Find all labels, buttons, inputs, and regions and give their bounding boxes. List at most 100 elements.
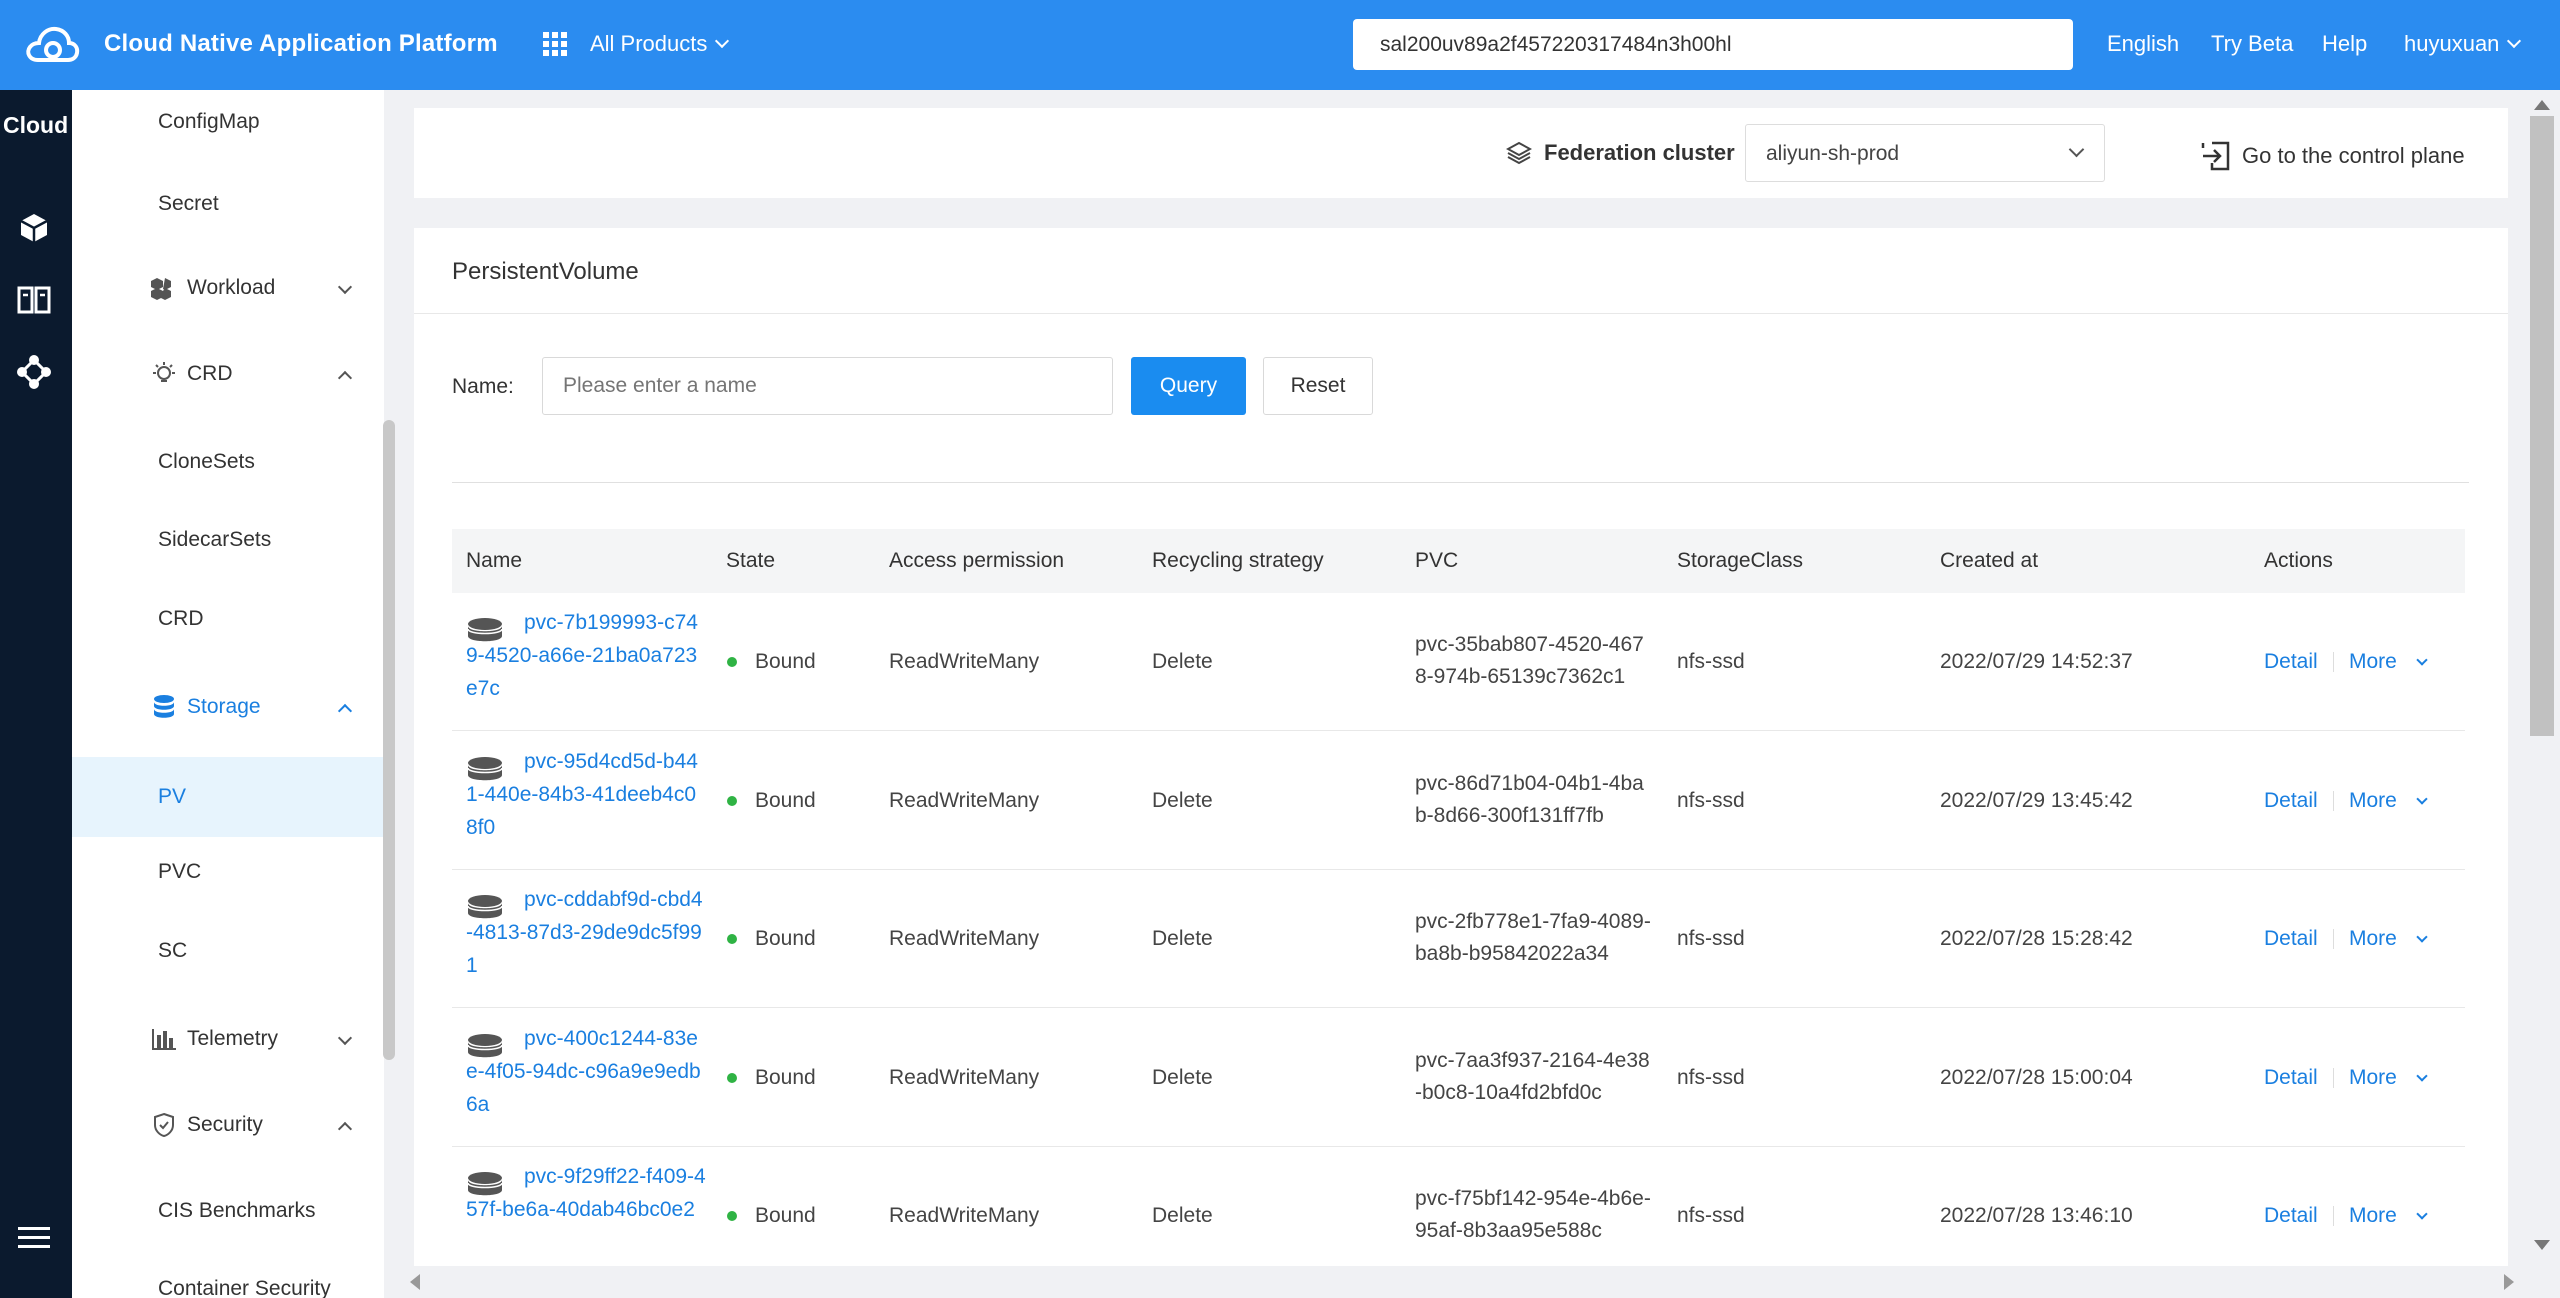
scroll-right-arrow-icon[interactable] [2504,1274,2514,1290]
sidebar-group-crd[interactable]: CRD [72,342,384,406]
cube-icon[interactable] [14,208,54,248]
sidebar-group-storage[interactable]: Storage [72,675,384,739]
book-icon[interactable] [14,280,54,320]
created-at-cell: 2022/07/28 15:00:04 [1940,1066,2133,1089]
sidebar-item-clonesets[interactable]: CloneSets [72,430,384,494]
cluster-select[interactable]: aliyun-sh-prod [1745,124,2105,182]
sidebar-group-security[interactable]: Security [72,1093,384,1157]
cloud-logo-icon[interactable] [24,22,80,66]
sidebar-item-label: CRD [187,362,233,385]
pvc-cell: pvc-35bab807-4520-4678-974b-65139c7362c1 [1415,633,1644,688]
column-header-recycling[interactable]: Recycling strategy [1152,549,1324,573]
top-header: Cloud Native Application Platform All Pr… [0,0,2560,90]
more-menu[interactable]: More [2349,1204,2397,1228]
user-menu[interactable]: huyuxuan [2404,31,2522,57]
pv-name-link[interactable]: pvc-9f29ff22-f409-457f-be6a-40dab46bc0e2 [466,1160,706,1226]
federation-cluster-label: Federation cluster [1506,140,1735,166]
apps-grid-icon[interactable] [543,32,567,56]
divider [452,482,2469,483]
sidebar-item-configmap[interactable]: ConfigMap [72,90,384,154]
go-to-control-plane-link[interactable]: Go to the control plane [2200,140,2465,172]
pv-name-link[interactable]: pvc-cddabf9d-cbd4-4813-87d3-29de9dc5f991 [466,883,706,982]
sidebar-item-pv[interactable]: PV [72,757,384,837]
access-cell: ReadWriteMany [889,789,1040,812]
detail-link[interactable]: Detail [2264,650,2318,674]
more-menu[interactable]: More [2349,650,2397,674]
storageclass-cell: nfs-ssd [1677,1204,1745,1227]
detail-link[interactable]: Detail [2264,927,2318,951]
sidebar-item-sc[interactable]: SC [72,919,384,983]
pv-name-link[interactable]: pvc-7b199993-c749-4520-a66e-21ba0a723e7c [466,606,706,705]
status-dot [727,934,737,944]
workload-icon [149,276,179,300]
scroll-left-arrow-icon[interactable] [410,1274,420,1290]
query-button[interactable]: Query [1131,357,1246,415]
layers-icon [1506,141,1532,165]
more-menu[interactable]: More [2349,1066,2397,1090]
sidebar-item-label: ConfigMap [158,110,260,133]
language-link[interactable]: English [2107,31,2179,57]
pv-name-link[interactable]: pvc-95d4cd5d-b441-440e-84b3-41deeb4c08f0 [466,745,706,844]
sidebar-item-sidecarsets[interactable]: SidecarSets [72,508,384,572]
column-header-state[interactable]: State [726,549,775,573]
access-cell: ReadWriteMany [889,1066,1040,1089]
access-cell: ReadWriteMany [889,650,1040,673]
column-header-pvc[interactable]: PVC [1415,549,1458,573]
chevron-down-icon [337,279,353,295]
detail-link[interactable]: Detail [2264,1066,2318,1090]
shield-icon [149,1112,179,1138]
panel-title: PersistentVolume [452,258,639,285]
more-menu[interactable]: More [2349,789,2397,813]
sidebar-item-label: SidecarSets [158,528,272,551]
recycle-cell: Delete [1152,650,1213,673]
detail-link[interactable]: Detail [2264,789,2318,813]
column-header-created[interactable]: Created at [1940,549,2038,573]
recycle-cell: Delete [1152,789,1213,812]
scroll-up-arrow-icon[interactable] [2534,100,2550,110]
column-header-access[interactable]: Access permission [889,549,1064,573]
action-separator [2333,791,2334,811]
try-beta-link[interactable]: Try Beta [2211,31,2293,57]
all-products-menu[interactable]: All Products [590,31,730,57]
left-rail: Cloud [0,90,72,1298]
detail-link[interactable]: Detail [2264,1204,2318,1228]
page-scrollbar-thumb[interactable] [2530,116,2554,736]
sidebar-item-container-security[interactable]: Container Security [72,1257,384,1298]
sidebar-item-label: CIS Benchmarks [158,1199,316,1222]
sidebar-item-label: Workload [187,276,276,299]
more-menu[interactable]: More [2349,927,2397,951]
pvc-cell: pvc-2fb778e1-7fa9-4089-ba8b-b95842022a34 [1415,910,1651,965]
menu-icon[interactable] [14,1218,54,1258]
status-dot [727,657,737,667]
storageclass-cell: nfs-ssd [1677,789,1745,812]
sidebar-scrollbar-thumb[interactable] [383,420,395,1060]
sidebar-item-label: Container Security [158,1277,331,1298]
search-input[interactable]: sal200uv89a2f457220317484n3h00hl [1353,19,2073,70]
sidebar-item-pvc[interactable]: PVC [72,840,384,904]
access-cell: ReadWriteMany [889,927,1040,950]
sidebar-group-workload[interactable]: Workload [72,256,384,320]
column-header-storageclass[interactable]: StorageClass [1677,549,1803,573]
column-header-actions: Actions [2264,549,2333,572]
app-title: Cloud Native Application Platform [104,30,498,57]
chevron-down-icon [2068,141,2085,158]
chevron-down-icon [337,1030,353,1046]
help-link[interactable]: Help [2322,31,2367,57]
name-search-input[interactable] [542,357,1113,415]
lightbulb-icon [149,362,179,386]
access-cell: ReadWriteMany [889,1204,1040,1227]
horizontal-scrollbar-track [410,1266,2526,1298]
column-header-name[interactable]: Name [466,549,522,573]
sidebar-item-crd[interactable]: CRD [72,587,384,651]
pv-name-link[interactable]: pvc-400c1244-83ee-4f05-94dc-c96a9e9edb6a [466,1022,706,1121]
storageclass-cell: nfs-ssd [1677,650,1745,673]
sidebar-item-secret[interactable]: Secret [72,172,384,236]
reset-button[interactable]: Reset [1263,357,1373,415]
scroll-down-arrow-icon[interactable] [2534,1240,2550,1250]
sidebar-item-cis-benchmarks[interactable]: CIS Benchmarks [72,1179,384,1243]
sidebar-item-label: Secret [158,192,219,215]
cluster-bar [414,108,2508,198]
sidebar-group-telemetry[interactable]: Telemetry [72,1007,384,1071]
cluster-icon[interactable] [14,352,54,392]
sidebar-item-label: Security [187,1113,263,1136]
